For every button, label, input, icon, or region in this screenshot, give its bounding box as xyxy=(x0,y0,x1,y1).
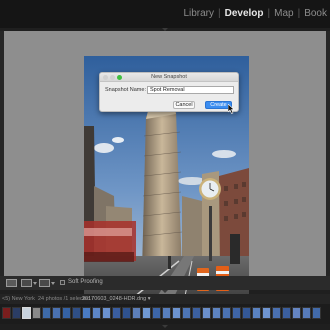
filmstrip-thumbnail[interactable] xyxy=(82,307,91,319)
filmstrip-thumbnail[interactable] xyxy=(72,307,81,319)
filmstrip xyxy=(0,304,330,324)
filmstrip-thumbnail[interactable] xyxy=(202,307,211,319)
module-map[interactable]: Map xyxy=(274,8,293,19)
filmstrip-thumbnail[interactable] xyxy=(272,307,281,319)
filmstrip-thumbnail[interactable] xyxy=(212,307,221,319)
filmstrip-thumbnail[interactable] xyxy=(92,307,101,319)
filmstrip-thumbnail[interactable] xyxy=(62,307,71,319)
module-separator: | xyxy=(218,8,221,19)
module-separator: | xyxy=(297,8,301,19)
snapshot-name-label: Snapshot Name: xyxy=(105,87,146,93)
soft-proofing-checkbox[interactable] xyxy=(60,280,65,285)
filmstrip-thumbnail[interactable] xyxy=(242,307,251,319)
new-snapshot-dialog: New Snapshot Snapshot Name: Cancel Creat… xyxy=(99,72,239,114)
module-picker: Library | Develop | Map | Book xyxy=(183,8,327,19)
dialog-titlebar[interactable]: New Snapshot xyxy=(100,73,238,82)
filmstrip-thumbnail[interactable] xyxy=(252,307,261,319)
module-separator: | xyxy=(267,8,271,19)
filmstrip-thumbnail[interactable] xyxy=(32,307,41,319)
filmstrip-thumbnail[interactable] xyxy=(12,307,21,319)
module-bar: Library | Develop | Map | Book xyxy=(0,0,330,28)
dialog-title: New Snapshot xyxy=(151,74,187,80)
filmstrip-filename[interactable]: 20170603_0248-HDR.dng ▾ xyxy=(82,296,151,302)
chevron-down-icon[interactable] xyxy=(33,282,37,285)
filmstrip-thumbnail[interactable] xyxy=(262,307,271,319)
develop-toolbar: Soft Proofing xyxy=(0,276,330,290)
collapse-filmstrip-icon[interactable] xyxy=(162,290,168,293)
filmstrip-thumbnail[interactable] xyxy=(282,307,291,319)
filmstrip-thumbnail[interactable] xyxy=(52,307,61,319)
filmstrip-thumbnail[interactable] xyxy=(142,307,151,319)
filmstrip-thumbnail[interactable] xyxy=(302,307,311,319)
module-library[interactable]: Library xyxy=(183,8,214,19)
filmstrip-thumbnail[interactable] xyxy=(42,307,51,319)
filmstrip-thumbnail[interactable] xyxy=(192,307,201,319)
filmstrip-thumbnail[interactable] xyxy=(172,307,181,319)
filmstrip-thumbnail[interactable] xyxy=(162,307,171,319)
filmstrip-thumbnail[interactable] xyxy=(152,307,161,319)
filmstrip-thumbnail[interactable] xyxy=(132,307,141,319)
filmstrip-thumbnail[interactable] xyxy=(312,307,321,319)
loupe-view-icon[interactable] xyxy=(6,279,17,287)
snapshot-name-input[interactable] xyxy=(147,86,234,94)
filmstrip-thumbnail[interactable] xyxy=(232,307,241,319)
mouse-pointer-icon xyxy=(228,104,235,114)
filmstrip-thumbnail[interactable] xyxy=(122,307,131,319)
before-after-swap-icon[interactable] xyxy=(39,279,50,287)
before-after-view-icon[interactable] xyxy=(21,279,32,287)
filmstrip-thumbnail[interactable] xyxy=(102,307,111,319)
filmstrip-thumbnail[interactable] xyxy=(182,307,191,319)
filmstrip-thumbnail[interactable] xyxy=(22,307,31,319)
cancel-button[interactable]: Cancel xyxy=(173,101,195,109)
right-panel-collapsed[interactable] xyxy=(326,31,330,276)
filmstrip-source[interactable]: <5) New York xyxy=(2,296,35,302)
collapse-bottom-icon[interactable] xyxy=(162,325,168,328)
filmstrip-thumbnail[interactable] xyxy=(2,307,11,319)
module-develop[interactable]: Develop xyxy=(225,8,264,19)
module-book[interactable]: Book xyxy=(304,8,327,19)
soft-proofing-label: Soft Proofing xyxy=(68,279,103,285)
filmstrip-header: <5) New York 24 photos /1 selected / 201… xyxy=(0,294,330,304)
filmstrip-thumbnail[interactable] xyxy=(292,307,301,319)
filmstrip-thumbnail[interactable] xyxy=(222,307,231,319)
chevron-down-icon[interactable] xyxy=(51,282,55,285)
filmstrip-thumbnail[interactable] xyxy=(112,307,121,319)
image-canvas[interactable]: New Snapshot Snapshot Name: Cancel Creat… xyxy=(4,31,326,301)
